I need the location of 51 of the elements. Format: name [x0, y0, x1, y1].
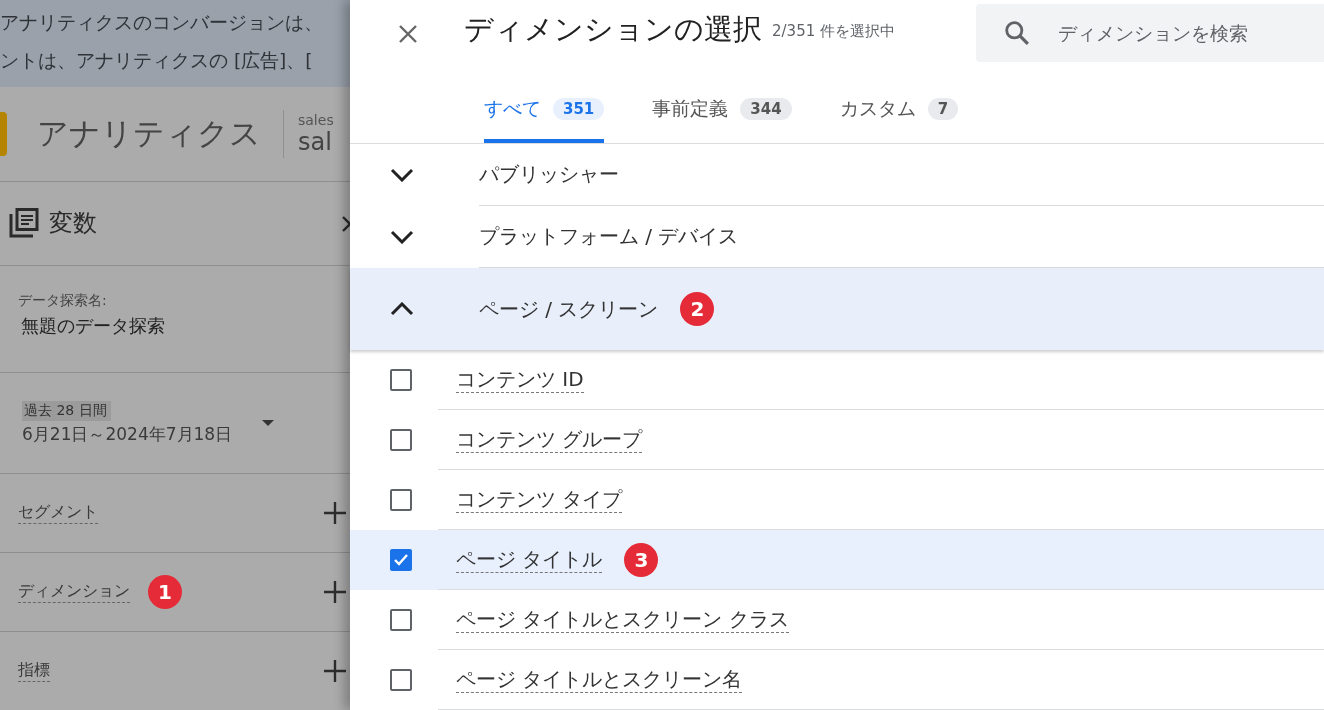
add-icon[interactable]: [324, 660, 346, 682]
account-name: sales: [298, 111, 334, 128]
tab[interactable]: カスタム 7: [839, 81, 959, 143]
step-badge: 3: [624, 542, 659, 577]
dropdown-icon[interactable]: [262, 420, 275, 427]
date-range: 6月21日～2024年7月18日: [22, 422, 233, 446]
dimension-label: ページ タイトルとスクリーン名: [456, 666, 743, 693]
tab[interactable]: すべて 351: [484, 81, 605, 143]
exploration-name-field[interactable]: 無題のデータ探索: [21, 313, 165, 338]
selection-count: 2/351 件を選択中: [772, 22, 895, 41]
category-label: プラットフォーム / デバイス: [479, 223, 739, 250]
check-icon: [393, 552, 409, 568]
search-field[interactable]: ディメンションを検索: [976, 4, 1324, 62]
search-icon: [1004, 20, 1030, 46]
category-row[interactable]: ページ / スクリーン 2: [350, 268, 1324, 350]
field-label: データ探索名:: [18, 291, 107, 310]
panel-title: 変数: [49, 208, 97, 240]
dimension-label: コンテンツ タイプ: [456, 486, 623, 513]
checkbox[interactable]: [390, 489, 412, 511]
step-badge: 1: [148, 575, 182, 610]
dimension-label: コンテンツ ID: [456, 366, 584, 393]
logo-icon: [0, 111, 7, 156]
add-icon[interactable]: [324, 581, 346, 604]
chevron-icon: [390, 302, 414, 316]
checkbox[interactable]: [390, 609, 412, 631]
dimension-label: ページ タイトル: [456, 546, 603, 573]
section-label[interactable]: ディメンション: [18, 581, 130, 603]
section-label[interactable]: セグメント: [18, 502, 98, 524]
chevron-icon: [390, 230, 414, 244]
date-preset-chip: 過去 28 日間: [22, 400, 111, 421]
dimension-label: ページ タイトルとスクリーン クラス: [456, 606, 789, 633]
dialog-title: ディメンションの選択: [464, 11, 762, 48]
checkbox[interactable]: [390, 669, 412, 691]
notice-text: ントは、アナリティクスの [広告]、[: [0, 49, 314, 73]
list-icon: [9, 208, 39, 239]
checkbox[interactable]: [390, 429, 412, 451]
app-title: アナリティクス: [37, 113, 261, 153]
close-icon[interactable]: [398, 24, 418, 44]
category-row[interactable]: パブリッシャー: [350, 144, 1324, 206]
step-badge: 2: [680, 292, 715, 326]
add-icon[interactable]: [324, 502, 346, 525]
category-label: ページ / スクリーン: [479, 295, 659, 323]
section-label[interactable]: 指標: [18, 660, 50, 682]
checkbox[interactable]: [390, 549, 412, 571]
chevron-icon: [390, 168, 414, 182]
category-label: パブリッシャー: [479, 161, 619, 188]
checkbox[interactable]: [390, 369, 412, 391]
tab[interactable]: 事前定義 344: [652, 81, 792, 143]
notice-text: アナリティクスのコンバージョンは、: [0, 11, 324, 35]
property-name: sal: [298, 127, 333, 156]
dimension-label: コンテンツ グループ: [456, 426, 643, 453]
